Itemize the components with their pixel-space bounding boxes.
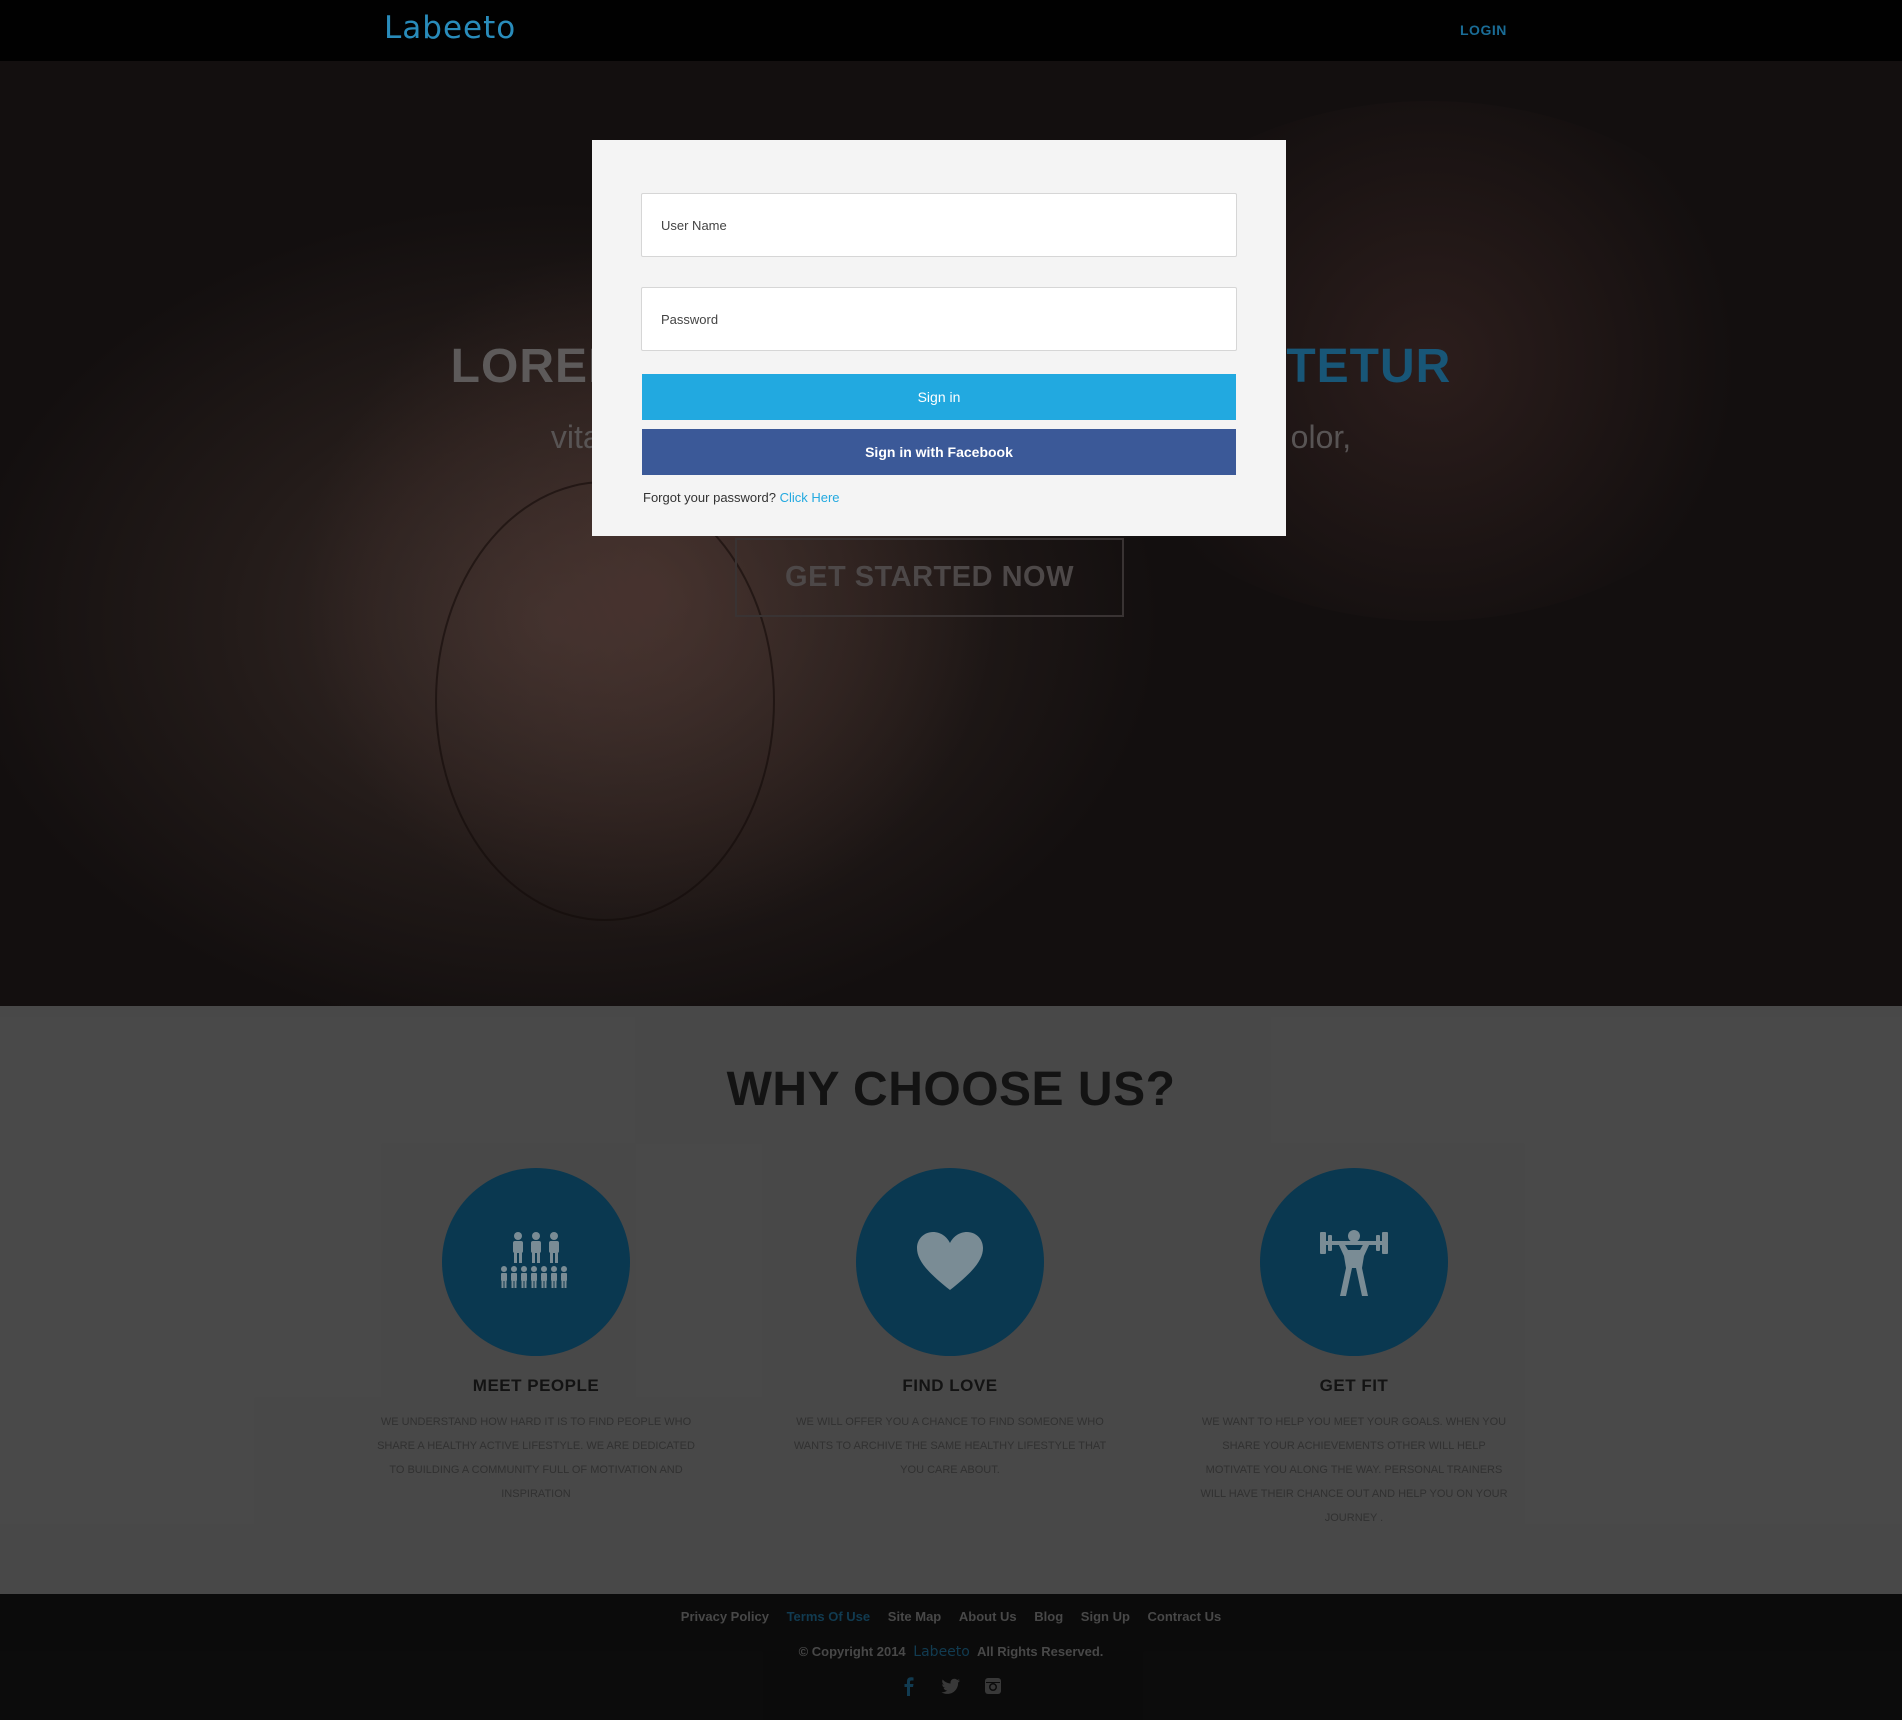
forgot-password-row: Forgot your password? Click Here [643, 490, 840, 505]
facebook-sign-in-button[interactable]: Sign in with Facebook [642, 429, 1236, 475]
username-input[interactable] [641, 193, 1237, 257]
password-input[interactable] [641, 287, 1237, 351]
sign-in-button[interactable]: Sign in [642, 374, 1236, 420]
forgot-password-link[interactable]: Click Here [780, 490, 840, 505]
login-modal: Sign in Sign in with Facebook Forgot you… [592, 140, 1286, 536]
forgot-password-text: Forgot your password? [643, 490, 776, 505]
